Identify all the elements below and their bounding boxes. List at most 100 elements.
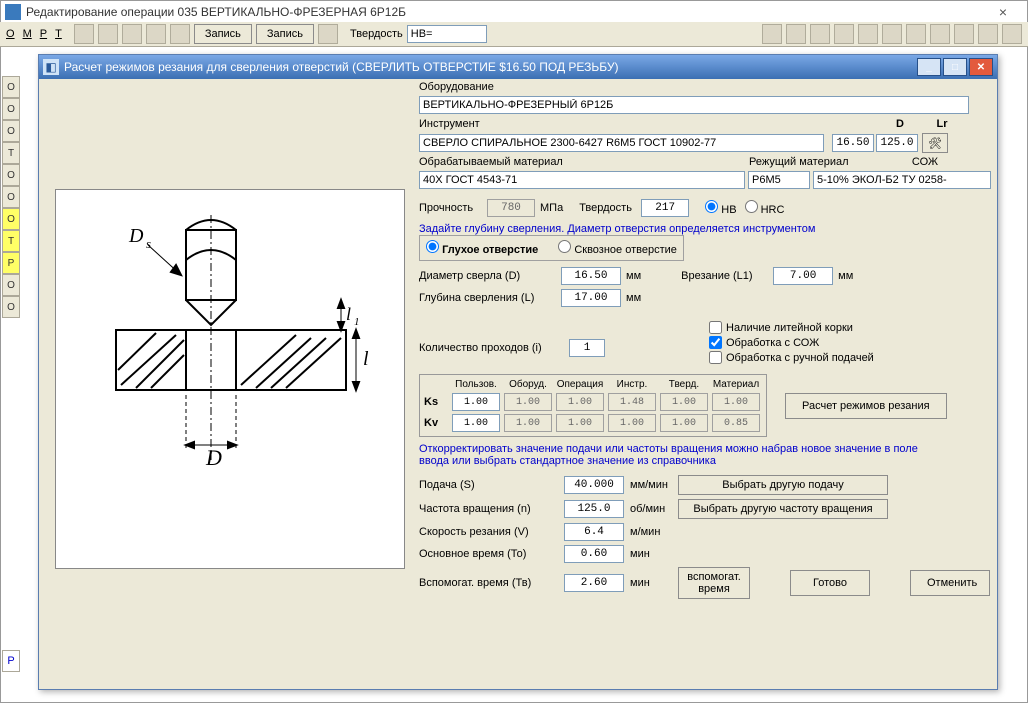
coolant-checkbox[interactable]: Обработка с СОЖ [709,336,874,349]
tool-icon[interactable] [858,24,878,44]
strength-label: Прочность [419,202,487,214]
tool-field[interactable] [419,134,824,152]
row-cell[interactable]: О [2,208,20,230]
row-cell[interactable]: О [2,186,20,208]
rec-button-2[interactable]: Запись [256,24,314,44]
hardness-label-tb: Твердость [350,28,403,40]
lr-header: Lr [921,118,963,130]
row-cell[interactable]: О [2,274,20,296]
depth-field[interactable] [561,289,621,307]
manual-checkbox[interactable]: Обработка с ручной подачей [709,351,874,364]
row-cell[interactable]: Т [2,230,20,252]
depth-label: Глубина сверления (L) [419,292,561,304]
coef-hd: Тверд. [658,379,710,390]
svg-text:D: D [205,445,222,470]
tool-icon[interactable] [1002,24,1022,44]
tool-picker-button[interactable]: 🛠 [922,133,948,153]
ks-hard [660,393,708,411]
kv-mat [712,414,760,432]
svg-text:l: l [346,304,351,324]
ks-user[interactable] [452,393,500,411]
row-cell[interactable]: Р [2,252,20,274]
rpm-label: Частота вращения (n) [419,503,564,515]
app-icon [5,4,21,20]
menu-o[interactable]: О [6,28,15,40]
correction-hint: Откорректировать значение подачи или час… [419,443,949,467]
ks-label: Ks [424,396,450,408]
minimize-button[interactable]: _ [917,58,941,76]
feed-field[interactable] [564,476,624,494]
row-cell[interactable]: О [2,296,20,318]
dialog-titlebar: ◧ Расчет режимов резания для сверления о… [39,55,997,79]
row-cell[interactable]: Т [2,142,20,164]
calc-button[interactable]: Расчет режимов резания [785,393,947,419]
cut-mat-field[interactable] [748,171,810,189]
maximize-button[interactable]: □ [943,58,967,76]
row-cell[interactable]: О [2,164,20,186]
tool-icon[interactable] [74,24,94,44]
feed-pick-button[interactable]: Выбрать другую подачу [678,475,888,495]
rpm-pick-button[interactable]: Выбрать другую частоту вращения [678,499,888,519]
speed-field[interactable] [564,523,624,541]
rpm-field[interactable] [564,500,624,518]
kv-user[interactable] [452,414,500,432]
row-cell-bottom[interactable]: Р [2,650,20,672]
vrez-label: Врезание (L1) [681,270,773,282]
kv-op [556,414,604,432]
tool-icon[interactable] [834,24,854,44]
tv-button[interactable]: вспомогат. время [678,567,750,599]
row-cell[interactable]: О [2,98,20,120]
tool-icon[interactable] [906,24,926,44]
tv-field[interactable] [564,574,624,592]
diam-label: Диаметр сверла (D) [419,270,561,282]
equipment-field[interactable] [419,96,969,114]
svg-text:l: l [363,348,369,370]
tool-icon[interactable] [170,24,190,44]
drill-diagram: D D s l 1 l [55,189,405,569]
diam-field[interactable] [561,267,621,285]
hardness-field[interactable] [641,199,689,217]
hrc-radio[interactable]: HRC [745,200,785,216]
cancel-button[interactable]: Отменить [910,570,990,596]
to-field[interactable] [564,545,624,563]
to-label: Основное время (То) [419,548,564,560]
tool-icon[interactable] [930,24,950,44]
tool-icon[interactable] [882,24,902,44]
cool-field[interactable] [813,171,991,189]
menu-r[interactable]: Р [40,28,47,40]
row-cell[interactable]: О [2,76,20,98]
ks-tool [608,393,656,411]
vrez-field[interactable] [773,267,833,285]
crust-checkbox[interactable]: Наличие литейной корки [709,321,874,334]
tool-icon[interactable] [810,24,830,44]
row-cell[interactable]: О [2,120,20,142]
speed-label: Скорость резания (V) [419,526,564,538]
tool-icon[interactable] [954,24,974,44]
rec-button-1[interactable]: Запись [194,24,252,44]
ok-button[interactable]: Готово [790,570,870,596]
tool-icon[interactable] [762,24,782,44]
strength-field [487,199,535,217]
menu-m[interactable]: М [23,28,32,40]
main-close-icon[interactable]: × [983,4,1023,20]
menu-t[interactable]: Т [55,28,62,40]
hb-radio[interactable]: HB [705,200,736,216]
tool-icon[interactable] [122,24,142,44]
hardness-input-tb[interactable] [407,25,487,43]
tool-icon[interactable] [98,24,118,44]
tool-d-field[interactable] [832,134,874,152]
ks-equip [504,393,552,411]
tool-icon[interactable] [978,24,998,44]
close-button[interactable]: ✕ [969,58,993,76]
depth-unit: мм [626,292,641,304]
through-hole-radio[interactable]: Сквозное отверстие [558,240,677,256]
tool-icon[interactable] [786,24,806,44]
passes-field[interactable] [569,339,605,357]
work-mat-field[interactable] [419,171,745,189]
tool-lr-field[interactable] [876,134,918,152]
equipment-label: Оборудование [419,81,494,93]
coef-table: Пользов. Оборуд. Операция Инстр. Тверд. … [419,374,767,437]
blind-hole-radio[interactable]: Глухое отверстие [426,240,538,256]
tool-icon[interactable] [318,24,338,44]
tool-icon[interactable] [146,24,166,44]
